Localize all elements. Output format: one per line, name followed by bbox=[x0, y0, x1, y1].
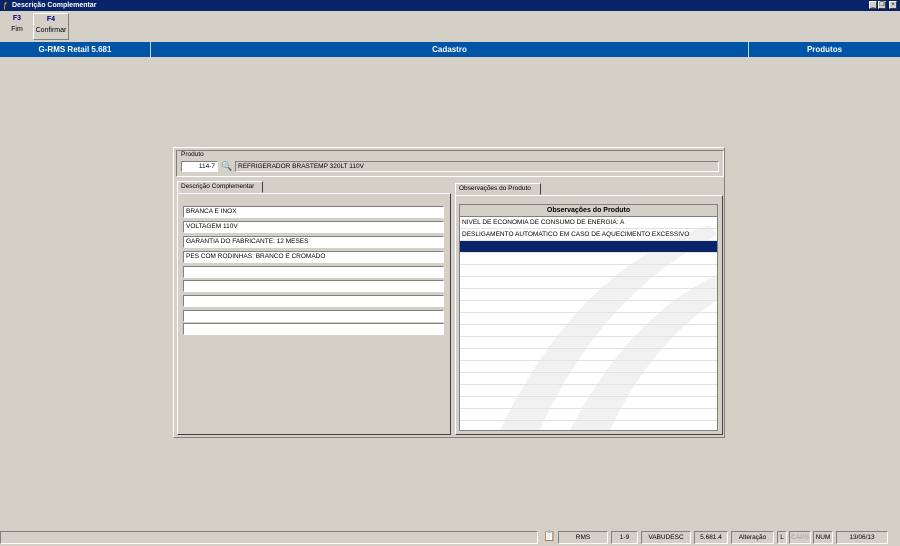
status-mode: Alteração bbox=[731, 531, 774, 544]
observacoes-row[interactable]: DESLIGAMENTO AUTOMATICO EM CASO DE AQUEC… bbox=[460, 229, 717, 241]
status-company: 1-9 bbox=[611, 531, 638, 544]
app-icon: ƒ bbox=[3, 1, 8, 10]
status-bar: 📋 RMS 1-9 VABUDESC 5.681.4 Alteração L C… bbox=[0, 529, 900, 546]
status-caps: CAPS bbox=[789, 531, 811, 544]
produto-code-field[interactable]: 114-7 bbox=[181, 161, 218, 172]
descricao-line[interactable]: PES COM RODINHAS: BRANCO E CROMADO bbox=[183, 251, 444, 263]
toolbar: F3 Fim F4 Confirmar bbox=[0, 11, 900, 41]
module-header: G-RMS Retail 5.681 Cadastro Produtos bbox=[0, 42, 900, 57]
title-bar: ƒ Descrição Complementar _ ❐ × bbox=[0, 0, 900, 11]
fim-label: Fim bbox=[11, 26, 23, 33]
observacoes-row[interactable] bbox=[460, 337, 717, 349]
observacoes-row[interactable] bbox=[460, 385, 717, 397]
binoculars-icon[interactable]: 🔍 bbox=[221, 161, 233, 172]
observacoes-column-header: Observações do Produto bbox=[460, 205, 717, 217]
descricao-line[interactable] bbox=[183, 310, 444, 322]
window-title: Descrição Complementar bbox=[12, 2, 97, 9]
status-version: 5.681.4 bbox=[694, 531, 728, 544]
fim-key: F3 bbox=[12, 15, 22, 22]
status-message bbox=[0, 531, 538, 544]
clipboard-icon[interactable]: 📋 bbox=[543, 530, 555, 544]
restore-icon[interactable]: ❐ bbox=[878, 1, 886, 9]
confirmar-button[interactable]: F4 Confirmar bbox=[33, 13, 69, 40]
status-num: NUM bbox=[813, 531, 833, 544]
status-program: VABUDESC bbox=[641, 531, 691, 544]
descricao-line[interactable]: VOLTAGEM 110V bbox=[183, 221, 444, 233]
observacoes-row[interactable]: NIVEL DE ECONOMIA DE CONSUMO DE ENERGIA:… bbox=[460, 217, 717, 229]
produto-description-field: REFRIGERADOR BRASTEMP 320LT 110V bbox=[235, 161, 719, 172]
descricao-line[interactable]: BRANCA E INOX bbox=[183, 206, 444, 218]
observacoes-row[interactable] bbox=[460, 265, 717, 277]
observacoes-row[interactable] bbox=[460, 277, 717, 289]
section-name: Cadastro bbox=[432, 45, 467, 54]
tab-observacoes-produto[interactable]: Observações do Produto bbox=[455, 183, 541, 195]
observacoes-row[interactable] bbox=[460, 313, 717, 325]
module-name: Produtos bbox=[806, 45, 843, 54]
observacoes-row[interactable] bbox=[460, 373, 717, 385]
tab-descricao-complementar[interactable]: Descrição Complementar bbox=[177, 181, 263, 193]
observacoes-row[interactable] bbox=[460, 397, 717, 409]
observacoes-row[interactable] bbox=[460, 325, 717, 337]
close-icon[interactable]: × bbox=[889, 1, 897, 9]
confirmar-key: F4 bbox=[46, 16, 56, 23]
status-date: 13/06/13 bbox=[836, 531, 888, 544]
observacoes-row[interactable] bbox=[460, 409, 717, 421]
status-l: L bbox=[777, 531, 787, 544]
produto-label: Produto bbox=[181, 151, 204, 158]
observacoes-row[interactable] bbox=[460, 289, 717, 301]
confirmar-label: Confirmar bbox=[35, 27, 67, 34]
fim-button[interactable]: F3 Fim bbox=[4, 13, 30, 40]
app-name: G-RMS Retail 5.681 bbox=[38, 45, 112, 54]
observacoes-row[interactable] bbox=[460, 349, 717, 361]
observacoes-row[interactable] bbox=[460, 253, 717, 265]
observacoes-grid: Observações do Produto NIVEL DE ECONOMIA… bbox=[459, 204, 718, 431]
descricao-line[interactable] bbox=[183, 295, 444, 307]
descricao-line[interactable] bbox=[183, 323, 444, 335]
observacoes-row-selected[interactable] bbox=[460, 241, 717, 253]
descricao-line[interactable] bbox=[183, 266, 444, 278]
descricao-line[interactable]: GARANTIA DO FABRICANTE: 12 MESES bbox=[183, 236, 444, 248]
status-system: RMS bbox=[558, 531, 608, 544]
descricao-line[interactable] bbox=[183, 280, 444, 292]
observacoes-row[interactable] bbox=[460, 361, 717, 373]
observacoes-row[interactable] bbox=[460, 301, 717, 313]
minimize-icon[interactable]: _ bbox=[869, 1, 877, 9]
